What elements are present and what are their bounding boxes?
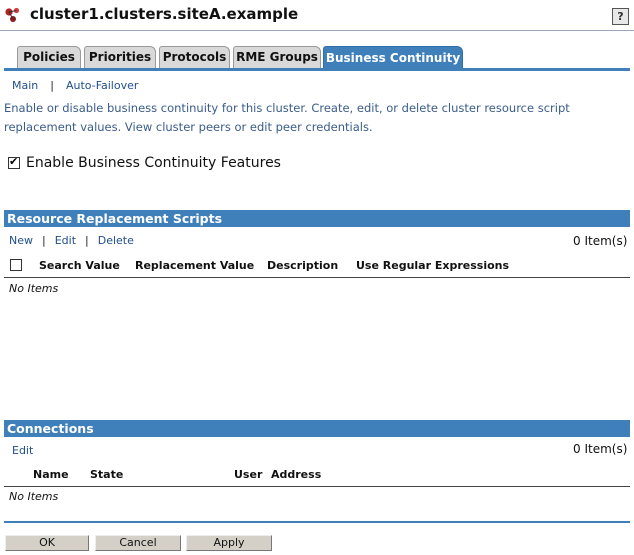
connections-empty-text: No Items — [9, 490, 59, 503]
enable-bc-row: Enable Business Continuity Features — [8, 152, 281, 171]
scripts-select-all-checkbox[interactable] — [10, 259, 22, 271]
cancel-button[interactable]: Cancel — [95, 535, 181, 551]
connections-header-divider — [4, 486, 630, 487]
col-user[interactable]: User — [234, 468, 262, 481]
col-state[interactable]: State — [90, 468, 123, 481]
connections-toolbar: Edit — [12, 444, 33, 457]
tab-bar: Policies Priorities Protocols RME Groups… — [0, 46, 634, 70]
scripts-empty-text: No Items — [9, 282, 59, 295]
scripts-toolbar: New | Edit | Delete — [9, 234, 134, 247]
tab-policies[interactable]: Policies — [17, 46, 81, 68]
cluster-icon — [5, 7, 20, 22]
scripts-item-count: 0 Item(s) — [573, 234, 628, 248]
scripts-edit-link[interactable]: Edit — [55, 234, 76, 247]
scripts-delete-link[interactable]: Delete — [98, 234, 134, 247]
title-divider — [0, 30, 634, 31]
apply-button[interactable]: Apply — [186, 535, 272, 551]
subnav-separator: | — [50, 79, 54, 92]
page-title: cluster1.clusters.siteA.example — [30, 5, 299, 23]
connections-item-count: 0 Item(s) — [573, 442, 628, 456]
col-use-regular-expressions[interactable]: Use Regular Expressions — [356, 259, 509, 272]
col-description[interactable]: Description — [267, 259, 338, 272]
subnav: Main | Auto-Failover — [12, 79, 138, 92]
toolbar-separator: | — [42, 234, 46, 247]
enable-bc-label: Enable Business Continuity Features — [26, 154, 281, 171]
ok-button[interactable]: OK — [5, 535, 89, 551]
col-replacement-value[interactable]: Replacement Value — [135, 259, 254, 272]
col-address[interactable]: Address — [271, 468, 321, 481]
tab-rme-groups[interactable]: RME Groups — [233, 46, 321, 68]
footer-divider — [4, 521, 630, 523]
connections-section-header: Connections — [4, 420, 630, 437]
tab-business-continuity[interactable]: Business Continuity — [323, 46, 463, 70]
scripts-new-link[interactable]: New — [9, 234, 33, 247]
subnav-auto-failover-link[interactable]: Auto-Failover — [66, 79, 138, 92]
enable-bc-checkbox[interactable] — [8, 155, 20, 169]
scripts-header-divider — [4, 277, 630, 278]
connections-edit-link[interactable]: Edit — [12, 444, 33, 457]
col-search-value[interactable]: Search Value — [39, 259, 120, 272]
scripts-section-header: Resource Replacement Scripts — [4, 210, 630, 227]
title-bar: cluster1.clusters.siteA.example ? — [0, 0, 634, 30]
col-name[interactable]: Name — [33, 468, 69, 481]
tab-priorities[interactable]: Priorities — [84, 46, 156, 68]
toolbar-separator: | — [85, 234, 89, 247]
tab-protocols[interactable]: Protocols — [159, 46, 230, 68]
subnav-main-link[interactable]: Main — [12, 79, 38, 92]
tab-underline — [4, 68, 630, 71]
help-icon[interactable]: ? — [612, 8, 629, 25]
page-description: Enable or disable business continuity fo… — [4, 101, 570, 134]
